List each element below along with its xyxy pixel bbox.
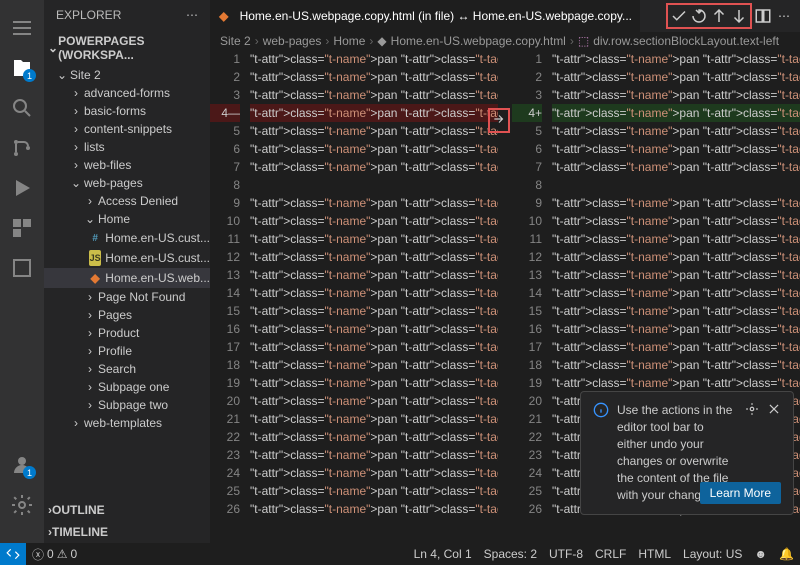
tree-folder[interactable]: ›Search	[44, 360, 210, 378]
explorer-icon[interactable]: 1	[10, 56, 34, 80]
explorer-sidebar: EXPLORER ⋯ ⌄POWERPAGES (WORKSPA... ⌄Site …	[44, 0, 210, 543]
source-control-icon[interactable]	[10, 136, 34, 160]
status-eol[interactable]: CRLF	[589, 547, 632, 561]
tree-folder[interactable]: ›Product	[44, 324, 210, 342]
tab-bar: ◆Home.en-US.webpage.copy.html (in file) …	[210, 0, 800, 32]
tree-folder[interactable]: ›Page Not Found	[44, 288, 210, 306]
diff-left-pane[interactable]: 1234—56789101112131415161718192021222324…	[210, 50, 498, 543]
gear-icon[interactable]	[10, 493, 34, 517]
status-layout[interactable]: Layout: US	[677, 547, 748, 561]
close-icon[interactable]	[767, 402, 781, 416]
tree-folder[interactable]: ›content-snippets	[44, 120, 210, 138]
status-problems[interactable]: ⓧ0⚠0	[26, 546, 83, 563]
status-bar: ⓧ0⚠0 Ln 4, Col 1 Spaces: 2 UTF-8 CRLF HT…	[0, 543, 800, 565]
tree-folder[interactable]: ›Subpage two	[44, 396, 210, 414]
tab-more-icon[interactable]: ⋯	[774, 9, 794, 23]
workspace-header[interactable]: ⌄POWERPAGES (WORKSPA...	[44, 30, 210, 66]
status-lang[interactable]: HTML	[632, 547, 677, 561]
notification-toast: Use the actions in the editor tool bar t…	[580, 391, 794, 515]
accounts-badge: 1	[23, 466, 36, 479]
tree-folder-site[interactable]: ⌄Site 2	[44, 66, 210, 84]
search-icon[interactable]	[10, 96, 34, 120]
tree-folder[interactable]: ›Subpage one	[44, 378, 210, 396]
prev-change-icon[interactable]	[710, 7, 728, 25]
split-editor-icon[interactable]	[754, 7, 772, 25]
gear-icon[interactable]	[745, 402, 759, 416]
remote-icon[interactable]	[0, 543, 26, 565]
revert-icon[interactable]	[690, 7, 708, 25]
tree-folder-webpages[interactable]: ⌄web-pages	[44, 174, 210, 192]
active-tab[interactable]: ◆Home.en-US.webpage.copy.html (in file) …	[210, 0, 640, 32]
accounts-icon[interactable]: 1	[10, 453, 34, 477]
status-lncol[interactable]: Ln 4, Col 1	[408, 547, 478, 561]
breadcrumbs[interactable]: Site 2› web-pages› Home› ◆Home.en-US.web…	[210, 32, 800, 50]
status-feedback-icon[interactable]: ☻	[748, 547, 773, 561]
info-icon	[593, 402, 609, 418]
tree-folder[interactable]: ›Pages	[44, 306, 210, 324]
extensions-icon[interactable]	[10, 216, 34, 240]
explorer-title: EXPLORER	[56, 8, 121, 22]
tree-file[interactable]: #Home.en-US.cust...	[44, 228, 210, 248]
menu-icon[interactable]	[10, 16, 34, 40]
accept-icon[interactable]	[670, 7, 688, 25]
status-encoding[interactable]: UTF-8	[543, 547, 589, 561]
explorer-more-icon[interactable]: ⋯	[186, 8, 198, 22]
next-change-icon[interactable]	[730, 7, 748, 25]
tree-file-selected[interactable]: ◆Home.en-US.web...	[44, 268, 210, 288]
status-spaces[interactable]: Spaces: 2	[478, 547, 543, 561]
status-bell-icon[interactable]: 🔔	[773, 547, 800, 561]
activity-bar: 1 1	[0, 0, 44, 543]
tree-folder[interactable]: ›advanced-forms	[44, 84, 210, 102]
explorer-badge: 1	[23, 69, 36, 82]
tree-file[interactable]: JSHome.en-US.cust...	[44, 248, 210, 268]
outline-header[interactable]: ›OUTLINE	[44, 499, 210, 521]
tree-folder[interactable]: ›web-files	[44, 156, 210, 174]
run-debug-icon[interactable]	[10, 176, 34, 200]
power-pages-icon[interactable]	[10, 256, 34, 280]
tree-folder[interactable]: ›lists	[44, 138, 210, 156]
timeline-header[interactable]: ›TIMELINE	[44, 521, 210, 543]
tree-folder[interactable]: ›web-templates	[44, 414, 210, 432]
tree-folder-home[interactable]: ⌄Home	[44, 210, 210, 228]
tree-folder[interactable]: ›Profile	[44, 342, 210, 360]
learn-more-button[interactable]: Learn More	[700, 482, 781, 504]
apply-change-icon[interactable]	[488, 108, 510, 133]
tree-folder[interactable]: ›Access Denied	[44, 192, 210, 210]
tree-folder[interactable]: ›basic-forms	[44, 102, 210, 120]
